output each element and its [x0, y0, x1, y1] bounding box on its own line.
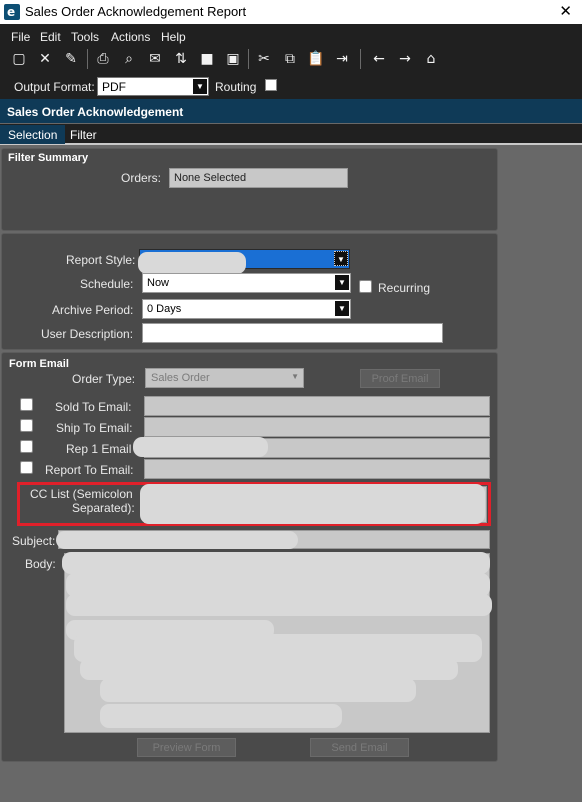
- chevron-down-icon[interactable]: ▼: [335, 275, 349, 290]
- attach-icon[interactable]: ⇅: [172, 50, 190, 68]
- menu-help[interactable]: Help: [161, 30, 186, 44]
- redacted-rep1: [133, 437, 268, 457]
- archive-period-select[interactable]: 0 Days ▼: [142, 299, 351, 319]
- order-type-select[interactable]: Sales Order ▼: [145, 368, 304, 388]
- tab-filter[interactable]: Filter: [70, 128, 97, 142]
- report-to-label: Report To Email:: [45, 463, 134, 477]
- menu-tools[interactable]: Tools: [71, 30, 99, 44]
- rep1-label: Rep 1 Email: [66, 442, 132, 456]
- ship-to-label: Ship To Email:: [56, 421, 133, 435]
- clear-icon[interactable]: ✎: [62, 50, 80, 68]
- redacted-body: [80, 658, 458, 680]
- orders-label: Orders:: [121, 171, 162, 185]
- redacted-body: [66, 594, 492, 616]
- report-to-email-input[interactable]: [144, 459, 490, 479]
- order-type-label: Order Type:: [72, 372, 136, 386]
- chevron-down-icon[interactable]: ▼: [291, 372, 299, 381]
- cut-icon[interactable]: ✂: [255, 50, 273, 68]
- schedule-value: Now: [147, 277, 170, 289]
- form-email-heading: Form Email: [9, 358, 69, 370]
- subject-label: Subject:: [12, 534, 56, 548]
- print-preview-icon[interactable]: ⌕: [120, 50, 138, 68]
- window-title: Sales Order Acknowledgement Report: [25, 4, 247, 19]
- menu-actions[interactable]: Actions: [111, 30, 150, 44]
- rep1-checkbox[interactable]: [20, 440, 33, 453]
- report-style-label: Report Style:: [66, 253, 136, 267]
- user-description-input[interactable]: [142, 323, 443, 343]
- redacted-report-style: [138, 252, 246, 274]
- toolbar-separator: [248, 49, 249, 69]
- archive-period-label: Archive Period:: [52, 303, 134, 317]
- sold-to-email-input[interactable]: [144, 396, 490, 416]
- app-logo-icon: e: [4, 4, 20, 20]
- sold-to-checkbox[interactable]: [20, 398, 33, 411]
- output-format-value: PDF: [102, 80, 126, 94]
- chevron-down-icon[interactable]: ▼: [193, 79, 207, 94]
- user-description-label: User Description:: [41, 327, 134, 341]
- chevron-down-icon[interactable]: ▼: [335, 301, 349, 316]
- forward-icon[interactable]: →: [396, 50, 414, 68]
- toolbar-separator: [87, 49, 88, 69]
- copy-icon[interactable]: ⧉: [281, 50, 299, 68]
- report-to-checkbox[interactable]: [20, 461, 33, 474]
- tab-selection[interactable]: Selection: [0, 125, 65, 144]
- ship-to-email-input[interactable]: [144, 417, 490, 437]
- output-format-select[interactable]: PDF ▼: [97, 77, 209, 96]
- routing-checkbox[interactable]: [265, 79, 277, 91]
- redacted-cc-list: [140, 484, 485, 524]
- redacted-subject: [56, 531, 298, 549]
- exit-icon[interactable]: ⇥: [333, 50, 351, 68]
- redacted-body: [100, 704, 342, 728]
- send-email-button[interactable]: Send Email: [310, 738, 409, 757]
- proof-email-button[interactable]: Proof Email: [360, 369, 440, 388]
- redacted-body: [100, 678, 416, 702]
- archive-period-value: 0 Days: [147, 303, 182, 315]
- ship-to-checkbox[interactable]: [20, 419, 33, 432]
- stop-icon[interactable]: ■: [198, 50, 216, 68]
- save-layout-icon[interactable]: ▣: [224, 50, 242, 68]
- schedule-label: Schedule:: [80, 277, 134, 291]
- redacted-body: [62, 552, 490, 574]
- order-type-value: Sales Order: [151, 372, 210, 384]
- routing-label: Routing: [215, 80, 257, 94]
- toolbar-separator: [360, 49, 361, 69]
- body-label: Body:: [25, 557, 56, 571]
- schedule-select[interactable]: Now ▼: [142, 273, 351, 293]
- output-format-label: Output Format:: [14, 80, 95, 94]
- filter-summary-heading: Filter Summary: [8, 152, 89, 164]
- paste-icon[interactable]: 📋: [307, 50, 325, 68]
- orders-field[interactable]: None Selected: [169, 168, 348, 188]
- back-icon[interactable]: ←: [370, 50, 388, 68]
- cc-label-line2: Separated):: [72, 501, 135, 515]
- new-icon[interactable]: ▢: [10, 50, 28, 68]
- delete-icon[interactable]: ✕: [36, 50, 54, 68]
- email-icon[interactable]: ✉: [146, 50, 164, 68]
- print-icon[interactable]: ⎙: [94, 50, 112, 68]
- sold-to-label: Sold To Email:: [55, 400, 132, 414]
- close-icon[interactable]: ✕: [559, 2, 572, 20]
- menu-edit[interactable]: Edit: [40, 30, 61, 44]
- home-icon[interactable]: ⌂: [422, 50, 440, 68]
- page-title: Sales Order Acknowledgement: [7, 105, 184, 119]
- recurring-label: Recurring: [378, 281, 431, 295]
- recurring-checkbox[interactable]: [359, 280, 372, 293]
- menu-file[interactable]: File: [11, 30, 30, 44]
- cc-label-line1: CC List (Semicolon: [30, 487, 133, 501]
- chevron-down-icon[interactable]: ▼: [334, 251, 348, 266]
- preview-form-button[interactable]: Preview Form: [137, 738, 236, 757]
